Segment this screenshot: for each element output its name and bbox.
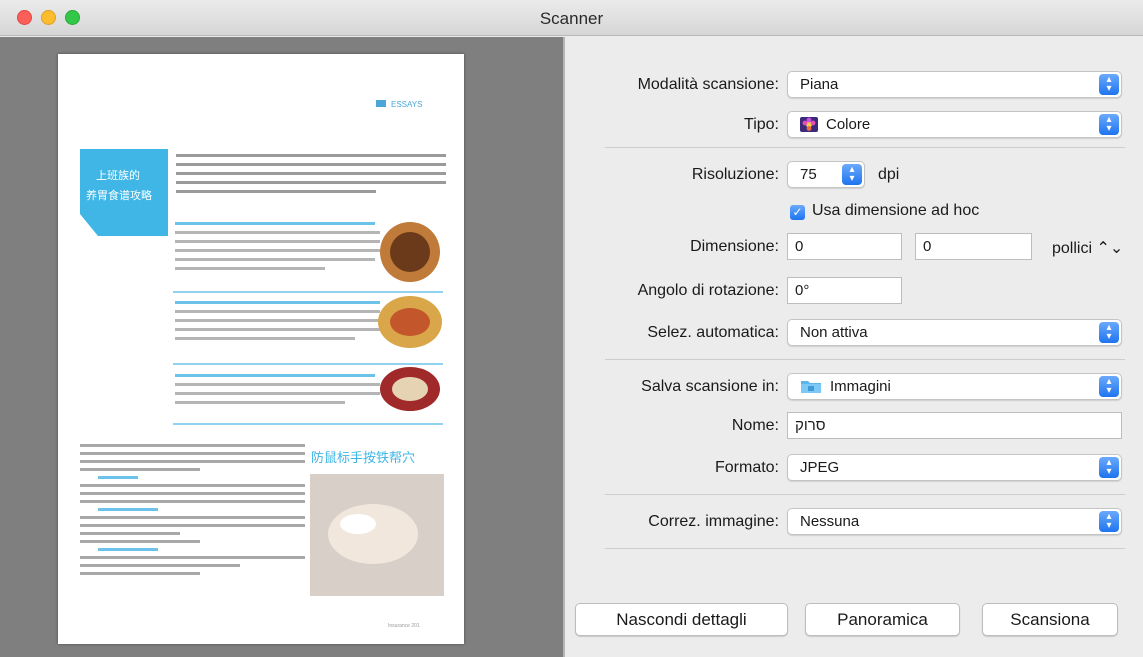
correction-value: Nessuna [800, 513, 860, 530]
size-unit-selector[interactable]: pollici ⌃⌄ [1052, 238, 1123, 258]
auto-select-value: Non attiva [800, 324, 868, 341]
type-label: Tipo: [744, 116, 779, 133]
scan-preview-area[interactable]: ESSAYS 上班族的 养胃食谱攻略 防鼠标手按铁帮穴 Insurance 20… [0, 37, 563, 657]
popup-arrows-icon: ▴ ▾ [1099, 74, 1119, 95]
scan-settings-panel: Modalità scansione: Piana ▴ ▾ Tipo: Color… [565, 37, 1143, 657]
separator [605, 494, 1125, 495]
article-block-1 [175, 222, 380, 270]
size-label: Dimensione: [690, 238, 779, 255]
save-to-popup[interactable]: Immagini ▴ ▾ [787, 373, 1122, 400]
intro-text-lines [176, 154, 446, 193]
mode-popup[interactable]: Piana ▴ ▾ [787, 71, 1122, 98]
section-heading: 防鼠标手按铁帮穴 [311, 450, 415, 466]
popup-arrows-icon: ▴ ▾ [1099, 457, 1119, 478]
window-titlebar: Scanner [0, 0, 1143, 36]
popup-arrows-icon: ▴ ▾ [1099, 376, 1119, 397]
type-popup[interactable]: Colore ▴ ▾ [787, 111, 1122, 138]
name-label: Nome: [731, 417, 779, 434]
width-field[interactable]: 0 [787, 233, 902, 260]
resolution-label: Risoluzione: [691, 166, 779, 183]
save-to-label: Salva scansione in: [641, 378, 779, 395]
format-value: JPEG [800, 459, 840, 476]
popup-arrows-icon: ▴ ▾ [1099, 322, 1119, 343]
correction-label: Correz. immagine: [648, 513, 779, 530]
banner-line-2: 养胃食谱攻略 [86, 188, 152, 202]
lower-article-text [80, 444, 305, 575]
magazine-page-image: ESSAYS 上班族的 养胃食谱攻略 防鼠标手按铁帮穴 Insurance 20… [80, 100, 446, 629]
page-footer: Insurance 201 [388, 623, 420, 629]
separator [605, 359, 1125, 360]
header-tag-icon [376, 100, 386, 107]
type-value: Colore [826, 116, 871, 133]
name-field[interactable]: סרוק [787, 412, 1122, 439]
custom-size-label: Usa dimensione ad hoc [812, 202, 980, 219]
rotation-label: Angolo di rotazione: [637, 282, 779, 299]
resolution-unit: dpi [878, 166, 900, 183]
auto-select-label: Selez. automatica: [647, 324, 779, 341]
correction-popup[interactable]: Nessuna ▴ ▾ [787, 508, 1122, 535]
folder-icon [801, 381, 821, 393]
popup-arrows-icon: ▴ ▾ [1099, 511, 1119, 532]
overview-button[interactable]: Panoramica [805, 603, 960, 636]
save-to-value: Immagini [830, 378, 891, 395]
format-popup[interactable]: JPEG ▴ ▾ [787, 454, 1122, 481]
popup-arrows-icon: ▴ ▾ [842, 164, 862, 185]
rotation-field[interactable]: 0° [787, 277, 902, 304]
custom-size-checkbox[interactable]: ✓ [790, 205, 805, 220]
popup-arrows-icon: ▴ ▾ [1099, 114, 1119, 135]
article-block-2 [175, 301, 380, 340]
article-block-3 [175, 374, 380, 404]
format-label: Formato: [714, 459, 779, 476]
hide-details-button[interactable]: Nascondi dettagli [575, 603, 788, 636]
mode-label: Modalità scansione: [637, 76, 779, 93]
essays-tag: ESSAYS [391, 100, 422, 109]
resolution-value: 75 [800, 166, 817, 183]
window-title: Scanner [539, 9, 604, 28]
scanned-page-preview[interactable]: ESSAYS 上班族的 养胃食谱攻略 防鼠标手按铁帮穴 Insurance 20… [58, 54, 464, 644]
auto-select-popup[interactable]: Non attiva ▴ ▾ [787, 319, 1122, 346]
banner-line-1: 上班族的 [96, 168, 140, 182]
mode-value: Piana [800, 76, 839, 93]
separator [605, 147, 1125, 148]
separator [605, 548, 1125, 549]
scan-button[interactable]: Scansiona [982, 603, 1118, 636]
color-flower-icon [800, 117, 818, 132]
height-field[interactable]: 0 [915, 233, 1032, 260]
resolution-popup[interactable]: 75 ▴ ▾ [787, 161, 865, 188]
